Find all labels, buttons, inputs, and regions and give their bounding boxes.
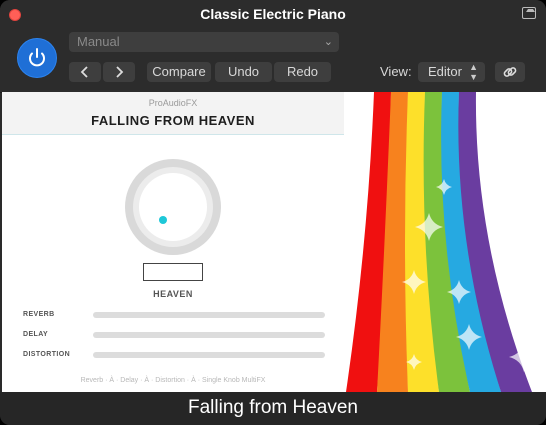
rainbow-artwork — [344, 92, 546, 392]
window-title: Classic Electric Piano — [200, 6, 346, 22]
link-button[interactable] — [495, 62, 525, 82]
redo-button[interactable]: Redo — [274, 62, 331, 82]
param-label: DELAY — [23, 331, 49, 338]
plugin-caption: Falling from Heaven — [187, 397, 359, 418]
param-label: DISTORTION — [23, 351, 71, 358]
chevron-left-icon — [80, 66, 88, 78]
plugin-window: Classic Electric Piano Manual ⌄ Compare … — [0, 0, 546, 425]
chevron-right-icon — [116, 66, 124, 78]
view-select[interactable]: Editor ▲ ▼ — [418, 62, 485, 82]
heaven-knob[interactable] — [123, 157, 223, 257]
preset-value: Manual — [77, 34, 120, 49]
expand-icon[interactable] — [522, 7, 536, 19]
undo-button[interactable]: Undo — [215, 62, 272, 82]
title-bar: Classic Electric Piano Manual ⌄ Compare … — [0, 0, 546, 93]
view-value: Editor — [428, 64, 462, 79]
param-row-delay: DELAY — [23, 330, 328, 340]
link-icon — [503, 67, 517, 77]
param-row-distortion: DISTORTION — [23, 350, 328, 360]
param-row-reverb: REVERB — [23, 310, 328, 320]
next-preset-button[interactable] — [103, 62, 135, 82]
plugin-panel: ProAudioFX FALLING FROM HEAVEN HEAVEN RE… — [2, 92, 344, 392]
sparkle-star — [506, 136, 538, 168]
previous-preset-button[interactable] — [69, 62, 101, 82]
distortion-slider[interactable] — [93, 352, 325, 358]
knob-value-field[interactable] — [143, 263, 203, 281]
param-label: REVERB — [23, 311, 55, 318]
plugin-name: FALLING FROM HEAVEN — [91, 113, 255, 128]
caption-bar: Falling from Heaven — [0, 392, 546, 425]
view-label: View: — [380, 64, 412, 79]
sparkle-star — [497, 215, 521, 239]
plugin-footer: Reverb · À · Delay · À · Distortion · À … — [80, 377, 266, 384]
power-button[interactable] — [17, 38, 57, 78]
brand-name: ProAudioFX — [148, 98, 198, 108]
knob-label: HEAVEN — [153, 289, 193, 299]
preset-select[interactable]: Manual ⌄ — [69, 32, 339, 52]
chevron-down-icon: ⌄ — [323, 36, 333, 48]
compare-button[interactable]: Compare — [147, 62, 211, 82]
power-icon — [29, 48, 45, 67]
reverb-slider[interactable] — [93, 312, 325, 318]
delay-slider[interactable] — [93, 332, 325, 338]
rainbow-image — [346, 92, 539, 392]
sparkle-star — [486, 149, 512, 175]
updown-icon: ▲ ▼ — [469, 62, 478, 82]
knob-indicator — [159, 216, 167, 224]
plugin-header: ProAudioFX FALLING FROM HEAVEN — [2, 92, 344, 135]
